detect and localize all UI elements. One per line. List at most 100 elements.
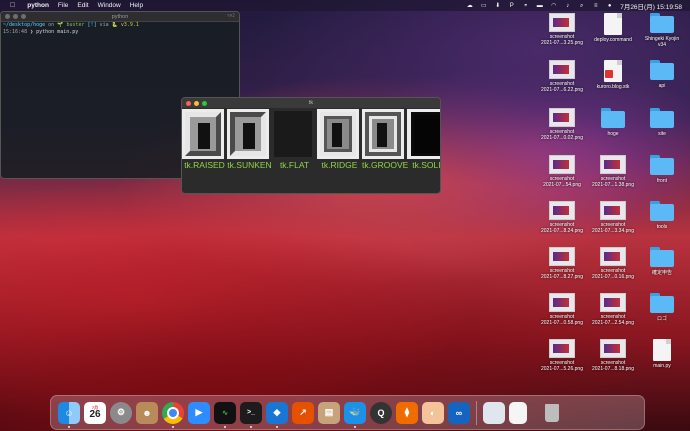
desktop-screenshot-file[interactable]: screenshot 2021-07...2.54.png [587,293,639,326]
desktop-screenshot-file[interactable]: screenshot 2021-07...54.png [536,155,588,188]
screen-icon[interactable]: ▭ [480,3,487,9]
document-stack-icon[interactable] [509,401,527,424]
calendar-icon[interactable]: 7月 26 [84,401,106,424]
desktop-screenshot-file[interactable]: screenshot 2021-07...1.38.png [587,155,639,188]
mask-icon[interactable]: ◓ [522,3,529,9]
clock[interactable]: 7月26日(月) 15:19:58 [620,1,682,11]
folder-icon [649,108,675,129]
command-text: ❯ python main.py [30,29,79,35]
quicktime-icon[interactable]: Q [370,401,392,424]
folder-icon [649,60,675,81]
desktop-screenshot-file[interactable]: screenshot 2021-07...8.18.png [587,339,639,372]
desktop-folder[interactable]: tools [636,201,688,230]
tk-titlebar[interactable]: tk [182,98,440,108]
wifi-icon[interactable]: ◠ [550,3,557,9]
desktop-screenshot-file[interactable]: screenshot 2021-07...5.26.png [536,339,588,372]
desktop-folder[interactable]: site [636,108,688,137]
image-file-icon [549,108,575,127]
docker-icon[interactable]: 🐳 [344,401,366,428]
tk-window[interactable]: tk tk.RAISED tk.SUNKEN tk.FLAT tk.RIDGE … [181,97,441,194]
frame-sunken [227,109,269,159]
icon-label: screenshot 2021-07...3.34.png [592,222,634,234]
image-file-icon [549,247,575,266]
desktop-screenshot-file[interactable]: screenshot 2021-07...0.58.png [536,293,588,326]
terminal-titlebar[interactable]: python ⌥⌘2 [1,12,239,22]
icon-label: deploy.command [594,37,632,43]
sourcetree-icon[interactable]: ⧫ [396,401,418,424]
desktop-file[interactable]: kuroro.blog.stk [587,60,639,90]
desktop-folder[interactable]: api [636,60,688,89]
desktop-file[interactable]: main.py [636,339,688,369]
desktop-screenshot-file[interactable]: screenshot 2021-07...8.24.png [536,201,588,234]
desktop-folder[interactable]: ロゴ [636,293,688,322]
icon-label: screenshot 2021-07...0.16.png [592,268,634,280]
desktop-screenshot-file[interactable]: screenshot 2021-07...8.27.png [536,247,588,280]
menu-help[interactable]: Help [130,2,143,9]
search-icon[interactable]: ⌕ [578,3,585,9]
siri-icon[interactable]: ● [606,3,613,9]
prompt-line: ~/desktop/hoge on 🌱 buster [!] via 🐍 v3.… [1,22,239,29]
sequel-icon[interactable]: ◐ [422,401,444,424]
zoom-icon[interactable]: ▶ [188,401,210,424]
desktop-folder[interactable]: 確定申告 [636,247,688,276]
menu-file[interactable]: File [58,2,68,9]
desktop-screenshot-file[interactable]: screenshot 2021-07...3.34.png [587,201,639,234]
label-ridge: tk.RIDGE [321,160,358,170]
folder-icon [649,13,675,34]
icon-label: screenshot 2021-07...2.54.png [592,314,634,326]
archive-icon[interactable]: ▤ [318,401,340,424]
desktop-screenshot-file[interactable]: screenshot 2021-07...0.16.png [587,247,639,280]
tk-title: tk [308,100,314,106]
system-preferences-icon[interactable]: ⚙ [110,401,132,424]
desktop-screenshot-file[interactable]: screenshot 2021-07...3.25.png [536,13,588,46]
command-time: 15:16:48 [3,29,28,35]
screenshot-stack-icon[interactable] [483,401,505,424]
prompt-dir: ~/desktop/hoge [3,22,46,28]
dock: ☺ 7月 26 ⚙ ☻ ▶ ∿ >_ ◆ ↗ ▤ 🐳 Q ⧫ ◐ ∞ [50,395,645,430]
menu-window[interactable]: Window [98,2,121,9]
relief-frames [182,109,440,159]
battery-icon[interactable]: ▬ [536,3,543,9]
vscode-icon[interactable]: ◆ [266,401,288,428]
prompt-status: [!] [87,22,97,28]
frame-ridge [317,109,359,159]
folder-icon [649,247,675,268]
p-icon[interactable]: P [508,3,515,9]
document-icon [604,13,622,35]
contacts-icon[interactable]: ☻ [136,401,158,424]
image-file-icon [600,201,626,220]
frame-groove [362,109,404,159]
cloud-icon[interactable]: ☁ [466,3,473,9]
grapher-icon[interactable]: ↗ [292,401,314,424]
activity-monitor-icon[interactable]: ∿ [214,401,236,428]
image-file-icon [600,155,626,174]
icon-label: screenshot 2021-07...1.38.png [592,176,634,188]
folder-icon [649,155,675,176]
folder-icon [600,108,626,129]
apple-menu-icon[interactable]:  [10,2,15,9]
terminal-icon[interactable]: >_ [240,401,262,428]
finder-icon[interactable]: ☺ [58,401,80,428]
infinity-icon[interactable]: ∞ [448,401,470,424]
menu-app-name[interactable]: python [27,2,49,9]
trash-icon[interactable] [541,402,563,424]
document-icon [653,339,671,361]
control-center-icon[interactable]: ≡ [592,3,599,9]
desktop-folder[interactable]: hoge [587,108,639,137]
desktop-screenshot-file[interactable]: screenshot 2021-07...0.02.png [536,108,588,141]
prompt-branch: 🌱 buster [57,22,85,28]
chrome-icon[interactable] [162,401,184,428]
frame-raised [182,109,224,159]
desktop-screenshot-file[interactable]: screenshot 2021-07...6.22.png [536,60,588,93]
desktop-folder[interactable]: Shingeki Kyojin v34 [636,13,688,48]
icon-label: main.py [653,363,671,369]
icon-label: screenshot 2021-07...54.png [543,176,581,188]
desktop-file[interactable]: deploy.command [587,13,639,43]
desktop-folder[interactable]: front [636,155,688,184]
icon-label: kuroro.blog.stk [596,84,630,90]
menu-edit[interactable]: Edit [77,2,88,9]
audio-icon[interactable]: ♪ [564,3,571,9]
label-groove: tk.GROOVE [362,160,409,170]
prompt-via: via [99,22,109,28]
download-icon[interactable]: ⬇ [494,3,501,9]
